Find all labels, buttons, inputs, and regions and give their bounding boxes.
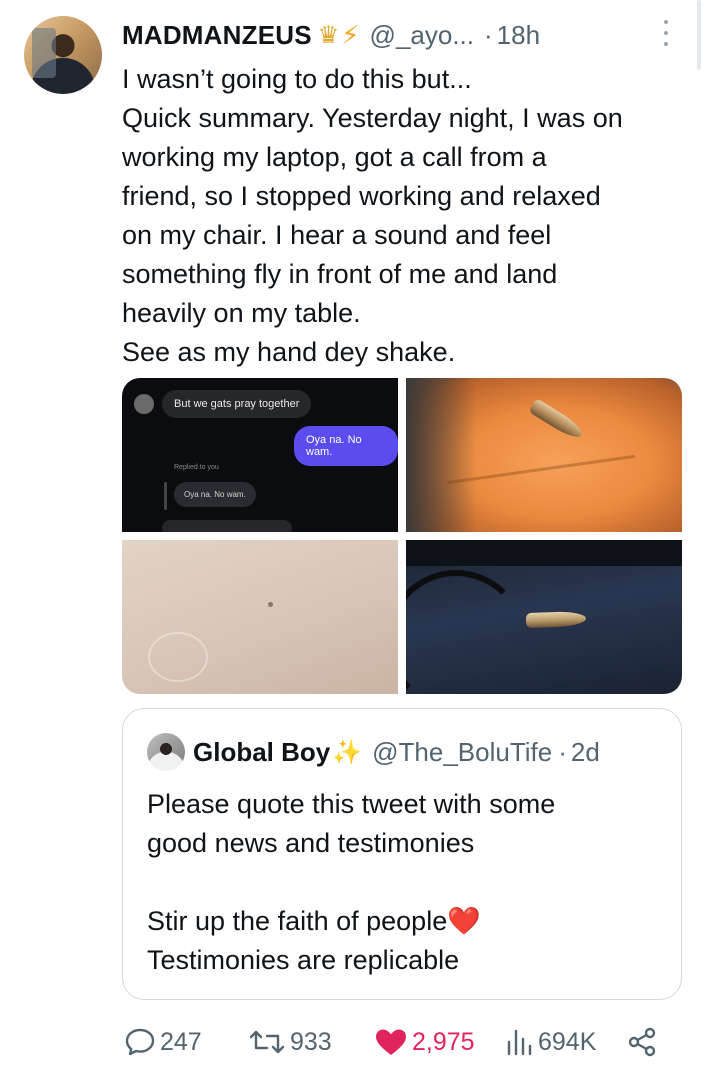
views-icon: [507, 1029, 532, 1056]
tweet: MADMANZEUS ♛ ⚡ @_ayo... · 18h I wasn’t g…: [0, 0, 705, 1080]
table-edge: [406, 540, 682, 566]
bullet-image: [528, 397, 586, 443]
quoted-avatar[interactable]: [147, 733, 185, 771]
media-chat-screenshot[interactable]: But we gats pray together Oya na. No wam…: [122, 378, 398, 532]
quoted-header: Global Boy ✨ @The_BoluTife · 2d: [193, 733, 600, 771]
author-handle[interactable]: @_ayo...: [370, 20, 474, 51]
quoted-tweet[interactable]: Global Boy ✨ @The_BoluTife · 2d Please q…: [122, 708, 682, 1000]
cable: [406, 570, 526, 694]
tweet-line: heavily on my table.: [122, 298, 361, 328]
share-button[interactable]: [626, 1020, 658, 1064]
tweet-text: I wasn’t going to do this but... Quick s…: [122, 60, 692, 372]
scrollbar[interactable]: [697, 0, 701, 70]
tweet-line: See as my hand dey shake.: [122, 337, 456, 367]
heart-icon: [376, 1029, 406, 1055]
quoted-line-with-emoji: Stir up the faith of people❤️: [147, 902, 667, 941]
tweet-header: MADMANZEUS ♛ ⚡ @_ayo... · 18h: [122, 18, 540, 52]
wall-glare: [148, 632, 208, 682]
tweet-line: I wasn’t going to do this but...: [122, 64, 472, 94]
chat-outgoing-message: Oya na. No wam.: [294, 426, 398, 466]
heart-emoji-icon: ❤️: [447, 906, 481, 936]
action-bar: 247 933 2,975 694K: [122, 1020, 662, 1064]
share-icon: [628, 1027, 656, 1057]
quoted-line: Stir up the faith of people: [147, 906, 448, 936]
avatar[interactable]: [24, 16, 102, 94]
quoted-text: Please quote this tweet with some good n…: [147, 785, 667, 980]
media-bullet-in-hand[interactable]: [406, 378, 682, 532]
avatar-photo-detail: [32, 28, 56, 78]
media-grid: But we gats pray together Oya na. No wam…: [122, 378, 682, 694]
chat-incoming-message: But we gats pray together: [162, 390, 312, 418]
quoted-line: good news and testimonies: [147, 828, 475, 858]
bullet-image: [525, 610, 587, 629]
more-options-icon[interactable]: [660, 20, 672, 46]
media-bullet-on-table[interactable]: [406, 540, 682, 694]
quoted-author-name[interactable]: Global Boy: [193, 737, 330, 768]
tweet-line: something fly in front of me and land: [122, 259, 558, 289]
quoted-line: Testimonies are replicable: [147, 945, 460, 975]
hand-shadow: [406, 378, 476, 532]
timestamp[interactable]: 18h: [497, 20, 540, 51]
chat-quoted-message: Oya na. No wam.: [174, 482, 256, 507]
tweet-line: working my laptop, got a call from a: [122, 142, 547, 172]
like-button[interactable]: 2,975: [374, 1020, 475, 1064]
views-button[interactable]: 694K: [504, 1020, 596, 1064]
separator: ·: [484, 19, 493, 50]
chat-cut-message: [162, 520, 292, 532]
quoted-timestamp: 2d: [570, 736, 600, 767]
lightning-icon: ⚡: [341, 19, 360, 50]
views-count: 694K: [538, 1027, 597, 1056]
quoted-line: [147, 863, 667, 902]
retweet-button[interactable]: 933: [248, 1020, 332, 1064]
like-count: 2,975: [412, 1027, 475, 1056]
crown-icon: ♛: [317, 21, 340, 49]
quoted-author-handle[interactable]: @The_BoluTife: [372, 737, 552, 768]
retweet-count: 933: [290, 1027, 332, 1056]
tweet-line: on my chair. I hear a sound and feel: [122, 220, 552, 250]
chat-reply-bar: [164, 482, 167, 510]
reply-button[interactable]: 247: [124, 1020, 202, 1064]
author-name[interactable]: MADMANZEUS: [122, 20, 312, 51]
reply-count: 247: [160, 1027, 202, 1056]
chat-replied-label: Replied to you: [174, 464, 219, 471]
sparkles-icon: ✨: [332, 738, 363, 766]
media-wall-hole[interactable]: [122, 540, 398, 694]
retweet-icon: [249, 1030, 285, 1054]
quoted-line: Please quote this tweet with some: [147, 789, 556, 819]
tweet-line: Quick summary. Yesterday night, I was on: [122, 103, 623, 133]
chat-avatar: [134, 394, 154, 414]
reply-icon: [125, 1028, 155, 1056]
separator: ·: [558, 736, 567, 767]
bullet-hole: [268, 602, 273, 607]
tweet-line: friend, so I stopped working and relaxed: [122, 181, 601, 211]
